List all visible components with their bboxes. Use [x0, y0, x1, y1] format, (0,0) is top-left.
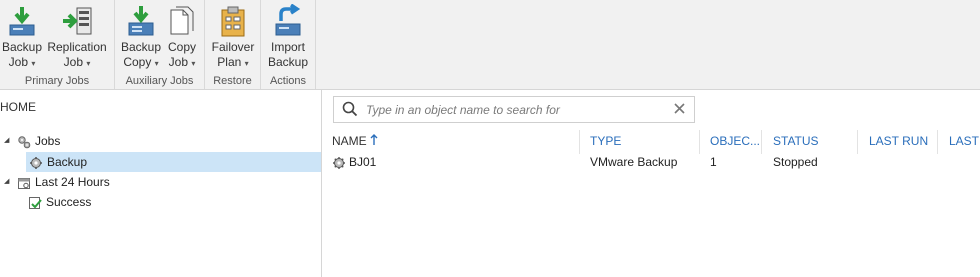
row-name: BJ01: [349, 155, 377, 169]
copy-job-button[interactable]: Copy Job ▾: [164, 4, 200, 71]
failover-plan-label-2: Plan: [217, 55, 242, 69]
column-separator[interactable]: [937, 130, 938, 154]
copy-job-label-2: Job: [168, 55, 188, 69]
backup-job-label-2: Job: [8, 55, 28, 69]
column-separator[interactable]: [761, 130, 762, 154]
chevron-down-icon: ▾: [31, 59, 36, 68]
tree-item-last-24-hours[interactable]: ◢ Last 24 Hours: [0, 172, 320, 192]
group-label-primary-jobs: Primary Jobs: [24, 75, 90, 87]
backup-job-gear-icon: [29, 156, 43, 170]
ribbon-group-auxiliary-jobs: Backup Copy ▾ Copy Job ▾ Auxiliary Jobs: [115, 0, 205, 89]
group-label-restore: Restore: [213, 75, 252, 87]
group-label-actions: Actions: [269, 75, 307, 87]
sort-ascending-icon: [370, 134, 378, 149]
ribbon-group-actions: Import Backup Actions: [261, 0, 316, 89]
row-status: Stopped: [773, 155, 818, 169]
group-label-auxiliary-jobs: Auxiliary Jobs: [125, 75, 194, 87]
backup-job-button[interactable]: Backup Job ▾: [0, 4, 44, 71]
replication-job-icon: [60, 4, 94, 38]
replication-job-button[interactable]: Replication Job ▾: [44, 4, 110, 71]
tree-label-jobs: Jobs: [35, 134, 61, 148]
column-separator[interactable]: [699, 130, 700, 154]
ribbon-group-restore: Failover Plan ▾ Restore: [205, 0, 261, 89]
tree-item-backup[interactable]: Backup: [26, 152, 321, 172]
calendar-icon: [17, 176, 31, 190]
column-header-last-result[interactable]: LAST I: [949, 134, 980, 152]
search-box[interactable]: [333, 96, 695, 123]
backup-copy-button[interactable]: Backup Copy ▾: [118, 4, 164, 71]
row-name-cell: BJ01: [332, 155, 376, 171]
search-input[interactable]: [364, 100, 658, 120]
copy-job-label-1: Copy: [167, 40, 196, 54]
column-header-type[interactable]: TYPE: [590, 134, 621, 152]
copy-job-icon: [165, 4, 199, 38]
search-icon: [342, 101, 358, 120]
navigation-pane: HOME ◢ Jobs Backup ◢ Last 24 Hours Succe…: [0, 90, 322, 277]
backup-job-label-1: Backup: [1, 40, 43, 54]
row-type: VMware Backup: [590, 155, 678, 169]
expand-triangle-icon[interactable]: ◢: [4, 131, 9, 151]
import-backup-button[interactable]: Import Backup: [265, 3, 311, 70]
import-backup-label-2: Backup: [267, 55, 309, 69]
column-header-objects[interactable]: OBJEC...: [710, 134, 760, 152]
backup-copy-label-2: Copy: [123, 55, 152, 69]
tree-item-jobs[interactable]: ◢ Jobs: [0, 131, 320, 151]
content-pane: NAME TYPE OBJEC... STATUS LAST RUN LAST …: [322, 90, 980, 277]
backup-copy-icon: [124, 4, 158, 38]
backup-copy-label-1: Backup: [120, 40, 162, 54]
replication-job-label-1: Replication: [47, 40, 107, 54]
chevron-down-icon: ▾: [86, 59, 91, 68]
expand-triangle-icon[interactable]: ◢: [4, 172, 9, 192]
import-backup-label-1: Import: [270, 40, 305, 54]
tree-label-last-24-hours: Last 24 Hours: [35, 175, 110, 189]
column-separator[interactable]: [579, 130, 580, 154]
row-objects: 1: [710, 155, 717, 169]
column-header-status[interactable]: STATUS: [773, 134, 819, 152]
chevron-down-icon: ▾: [244, 59, 249, 68]
column-header-last-run[interactable]: LAST RUN: [869, 134, 928, 152]
success-check-icon: [28, 196, 42, 210]
tree-item-success[interactable]: Success: [28, 192, 320, 212]
failover-plan-label-1: Failover: [211, 40, 255, 54]
ribbon: Backup Job ▾ Replication Job ▾ Primary J…: [0, 0, 980, 90]
replication-job-label-2: Job: [63, 55, 83, 69]
chevron-down-icon: ▾: [154, 59, 159, 68]
clear-search-icon[interactable]: [673, 102, 686, 118]
tree-label-success: Success: [46, 195, 92, 209]
column-header-name-label: NAME: [332, 134, 367, 148]
column-header-name[interactable]: NAME: [332, 134, 378, 152]
gears-icon: [17, 135, 31, 149]
failover-plan-icon: [216, 4, 250, 38]
tree-label-backup: Backup: [47, 155, 88, 169]
home-heading: HOME: [0, 100, 36, 114]
backup-job-icon: [5, 4, 39, 38]
ribbon-group-primary-jobs: Backup Job ▾ Replication Job ▾ Primary J…: [0, 0, 115, 89]
import-backup-icon: [271, 3, 305, 38]
chevron-down-icon: ▾: [191, 59, 196, 68]
table-row[interactable]: BJ01 VMware Backup 1 Stopped: [322, 152, 980, 174]
backup-job-gear-icon: [332, 156, 346, 170]
column-separator[interactable]: [857, 130, 858, 154]
failover-plan-button[interactable]: Failover Plan ▾: [208, 4, 258, 71]
